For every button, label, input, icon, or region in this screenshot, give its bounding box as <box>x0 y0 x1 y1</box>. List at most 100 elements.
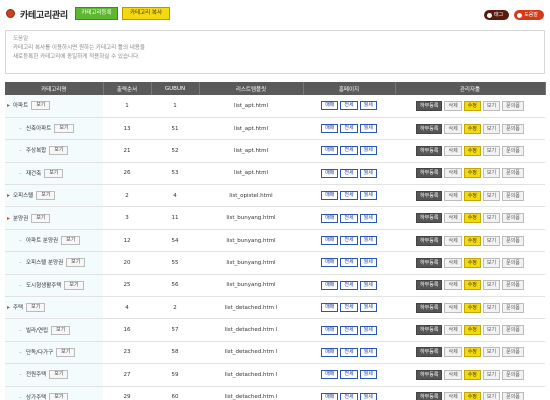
category-view-button[interactable]: 보기 <box>31 101 51 111</box>
homepage-skin-button[interactable]: 월세 <box>359 325 377 335</box>
category-view-button[interactable]: 보기 <box>56 347 76 357</box>
view-button[interactable]: 보기 <box>482 257 501 268</box>
homepage-skin-button[interactable]: 월세 <box>359 370 377 380</box>
homepage-skin-button[interactable]: 매매 <box>321 303 339 313</box>
category-view-button[interactable]: 보기 <box>49 146 69 156</box>
edit-button[interactable]: 수정 <box>463 280 481 291</box>
homepage-skin-button[interactable]: 전세 <box>340 191 358 201</box>
homepage-skin-button[interactable]: 매매 <box>321 370 339 380</box>
homepage-skin-button[interactable]: 매매 <box>321 146 339 156</box>
sub-register-button[interactable]: 하부등록 <box>416 280 443 291</box>
view-button[interactable]: 보기 <box>482 302 501 313</box>
view-button[interactable]: 보기 <box>482 168 501 179</box>
homepage-skin-button[interactable]: 매매 <box>321 101 339 111</box>
view-button[interactable]: 보기 <box>482 280 501 291</box>
sub-register-button[interactable]: 하부등록 <box>416 168 443 179</box>
view-button[interactable]: 보기 <box>482 392 501 400</box>
edit-button[interactable]: 수정 <box>463 392 481 400</box>
delete-button[interactable]: 삭제 <box>444 190 462 201</box>
sub-register-button[interactable]: 하부등록 <box>416 235 443 246</box>
homepage-skin-button[interactable]: 월세 <box>359 191 377 201</box>
homepage-skin-button[interactable]: 전세 <box>340 124 358 134</box>
sub-register-button[interactable]: 하부등록 <box>416 325 443 336</box>
homepage-skin-button[interactable]: 월세 <box>359 347 377 357</box>
sub-register-button[interactable]: 하부등록 <box>416 190 443 201</box>
tag-button[interactable]: 태그 <box>483 10 510 20</box>
inquiry-form-button[interactable]: 문의폼 <box>502 235 524 246</box>
sub-register-button[interactable]: 하부등록 <box>416 347 443 358</box>
edit-button[interactable]: 수정 <box>463 235 481 246</box>
homepage-skin-button[interactable]: 월세 <box>359 168 377 178</box>
homepage-skin-button[interactable]: 전세 <box>340 213 358 223</box>
homepage-skin-button[interactable]: 월세 <box>359 146 377 156</box>
delete-button[interactable]: 삭제 <box>444 213 462 224</box>
delete-button[interactable]: 삭제 <box>444 100 462 111</box>
inquiry-form-button[interactable]: 문의폼 <box>502 280 524 291</box>
sub-register-button[interactable]: 하부등록 <box>416 123 443 134</box>
inquiry-form-button[interactable]: 문의폼 <box>502 347 524 358</box>
delete-button[interactable]: 삭제 <box>444 168 462 179</box>
category-register-button[interactable]: 카테고리등록 <box>75 7 118 20</box>
inquiry-form-button[interactable]: 문의폼 <box>502 145 524 156</box>
homepage-skin-button[interactable]: 전세 <box>340 280 358 290</box>
view-button[interactable]: 보기 <box>482 347 501 358</box>
homepage-skin-button[interactable]: 전세 <box>340 236 358 246</box>
homepage-skin-button[interactable]: 전세 <box>340 325 358 335</box>
homepage-skin-button[interactable]: 월세 <box>359 258 377 268</box>
homepage-skin-button[interactable]: 전세 <box>340 347 358 357</box>
homepage-skin-button[interactable]: 전세 <box>340 101 358 111</box>
homepage-skin-button[interactable]: 매매 <box>321 392 339 400</box>
homepage-skin-button[interactable]: 월세 <box>359 236 377 246</box>
delete-button[interactable]: 삭제 <box>444 302 462 313</box>
homepage-skin-button[interactable]: 전세 <box>340 392 358 400</box>
category-view-button[interactable]: 보기 <box>54 124 74 134</box>
edit-button[interactable]: 수정 <box>463 369 481 380</box>
homepage-skin-button[interactable]: 매매 <box>321 258 339 268</box>
view-button[interactable]: 보기 <box>482 235 501 246</box>
category-view-button[interactable]: 보기 <box>26 303 46 313</box>
inquiry-form-button[interactable]: 문의폼 <box>502 392 524 400</box>
category-view-button[interactable]: 보기 <box>64 280 84 290</box>
edit-button[interactable]: 수정 <box>463 168 481 179</box>
edit-button[interactable]: 수정 <box>463 325 481 336</box>
edit-button[interactable]: 수정 <box>463 190 481 201</box>
homepage-skin-button[interactable]: 월세 <box>359 124 377 134</box>
delete-button[interactable]: 삭제 <box>444 369 462 380</box>
homepage-skin-button[interactable]: 매매 <box>321 236 339 246</box>
category-view-button[interactable]: 보기 <box>36 191 56 201</box>
inquiry-form-button[interactable]: 문의폼 <box>502 325 524 336</box>
homepage-skin-button[interactable]: 매매 <box>321 347 339 357</box>
edit-button[interactable]: 수정 <box>463 123 481 134</box>
sub-register-button[interactable]: 하부등록 <box>416 100 443 111</box>
category-copy-button[interactable]: 카테고리 복사 <box>122 7 170 20</box>
homepage-skin-button[interactable]: 월세 <box>359 280 377 290</box>
homepage-skin-button[interactable]: 전세 <box>340 168 358 178</box>
homepage-skin-button[interactable]: 전세 <box>340 146 358 156</box>
homepage-skin-button[interactable]: 월세 <box>359 392 377 400</box>
sub-register-button[interactable]: 하부등록 <box>416 302 443 313</box>
homepage-skin-button[interactable]: 전세 <box>340 303 358 313</box>
view-button[interactable]: 보기 <box>482 213 501 224</box>
view-button[interactable]: 보기 <box>482 145 501 156</box>
inquiry-form-button[interactable]: 문의폼 <box>502 257 524 268</box>
view-button[interactable]: 보기 <box>482 190 501 201</box>
homepage-skin-button[interactable]: 매매 <box>321 325 339 335</box>
delete-button[interactable]: 삭제 <box>444 257 462 268</box>
inquiry-form-button[interactable]: 문의폼 <box>502 369 524 380</box>
delete-button[interactable]: 삭제 <box>444 280 462 291</box>
homepage-skin-button[interactable]: 월세 <box>359 213 377 223</box>
sub-register-button[interactable]: 하부등록 <box>416 145 443 156</box>
category-view-button[interactable]: 보기 <box>49 392 69 400</box>
help-button[interactable]: 도움말 <box>514 10 544 20</box>
edit-button[interactable]: 수정 <box>463 347 481 358</box>
inquiry-form-button[interactable]: 문의폼 <box>502 168 524 179</box>
homepage-skin-button[interactable]: 월세 <box>359 303 377 313</box>
inquiry-form-button[interactable]: 문의폼 <box>502 213 524 224</box>
delete-button[interactable]: 삭제 <box>444 235 462 246</box>
category-view-button[interactable]: 보기 <box>61 236 81 246</box>
homepage-skin-button[interactable]: 전세 <box>340 370 358 380</box>
inquiry-form-button[interactable]: 문의폼 <box>502 100 524 111</box>
edit-button[interactable]: 수정 <box>463 100 481 111</box>
homepage-skin-button[interactable]: 매매 <box>321 124 339 134</box>
homepage-skin-button[interactable]: 매매 <box>321 280 339 290</box>
